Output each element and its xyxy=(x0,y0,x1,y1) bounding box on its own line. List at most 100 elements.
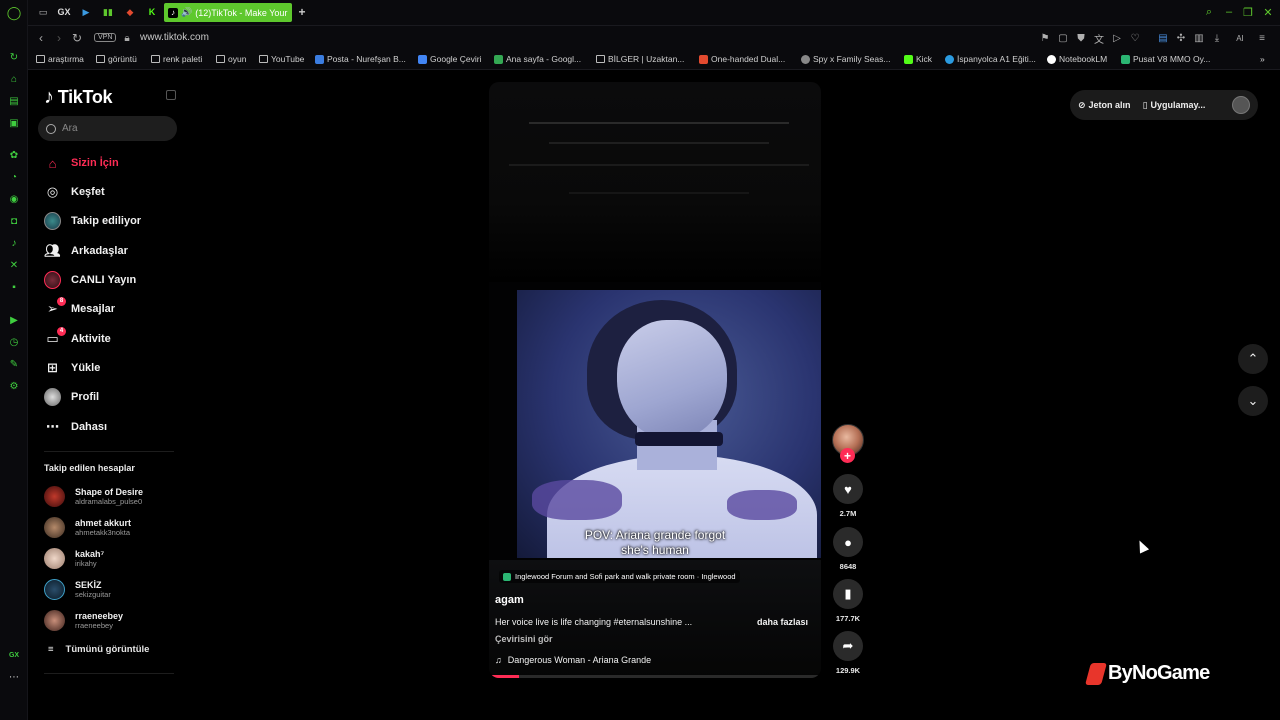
search-box[interactable] xyxy=(38,116,177,141)
bookmark-item[interactable]: Kick xyxy=(904,54,932,64)
bookmark-item[interactable]: oyun xyxy=(216,54,246,64)
new-tab-icon[interactable]: + xyxy=(294,5,310,19)
tab-icon-red[interactable]: ◆ xyxy=(122,5,138,19)
history-icon[interactable]: ◷ xyxy=(7,335,21,349)
location-tag[interactable]: Inglewood Forum and Sofi park and walk p… xyxy=(499,570,740,583)
nav-more[interactable]: ⋯ Dahası xyxy=(44,416,107,438)
gx-corner-icon[interactable]: ▤ xyxy=(7,94,21,108)
aria-ai-icon[interactable]: AI xyxy=(1230,32,1250,44)
gx-cleaner-icon[interactable]: ▣ xyxy=(7,116,21,130)
menu-icon[interactable]: ≡ xyxy=(1256,32,1268,44)
music-link[interactable]: ♫ Dangerous Woman - Ariana Grande xyxy=(495,655,651,665)
clipboard-icon[interactable]: ▥ xyxy=(1193,32,1205,44)
video-author[interactable]: agam xyxy=(495,594,524,606)
translate-icon[interactable]: 文 xyxy=(1093,32,1105,46)
gx-tab-icon[interactable]: GX xyxy=(56,5,72,19)
bookmark-item[interactable]: Ana sayfa - Googl... xyxy=(494,54,581,64)
bookmark-item[interactable]: One-handed Dual... xyxy=(699,54,785,64)
snapshot-icon[interactable]: ▢ xyxy=(1057,32,1069,44)
tiktok-logo[interactable]: ♪ TikTok xyxy=(44,86,113,109)
heart-icon[interactable]: ♥ xyxy=(833,474,863,504)
shield-icon[interactable]: ⛊ xyxy=(1075,32,1087,44)
previous-video-button[interactable]: ⌃ xyxy=(1238,344,1268,374)
video-progress-bar[interactable] xyxy=(489,675,821,678)
twitch-icon[interactable]: ▪ xyxy=(7,280,21,294)
bookmark-item[interactable]: Google Çeviri xyxy=(418,54,482,64)
workspace-icon[interactable]: ▭ xyxy=(35,5,51,19)
followed-account[interactable]: SEKİZ sekizguitar xyxy=(44,578,111,600)
forward-icon[interactable]: › xyxy=(52,31,66,45)
nav-explore[interactable]: ◎ Keşfet xyxy=(44,181,105,203)
whatsapp-icon[interactable]: ◔ xyxy=(7,170,21,184)
tab-tiktok[interactable]: ♪ 🔊 (12)TikTok - Make Your xyxy=(164,3,292,22)
see-more-link[interactable]: daha fazlası xyxy=(757,617,808,627)
follow-author-button[interactable]: + xyxy=(840,448,855,463)
vpn-badge[interactable]: VPN xyxy=(94,33,117,42)
speed-dial-icon[interactable]: ↻ xyxy=(7,50,21,64)
settings-icon[interactable]: ⚙ xyxy=(7,379,21,393)
back-icon[interactable]: ‹ xyxy=(34,31,48,45)
nav-friends[interactable]: 👥︎ Arkadaşlar xyxy=(44,240,128,262)
get-app-button[interactable]: ▯ Uygulamay... xyxy=(1143,100,1206,111)
reload-icon[interactable]: ↻ xyxy=(70,31,84,45)
followed-account[interactable]: Shape of Desire aldramalabs_pulse0 xyxy=(44,485,143,507)
followed-account[interactable]: rraeneebey rraeneebey xyxy=(44,609,123,631)
kick-tab-icon[interactable]: K xyxy=(144,5,160,19)
opera-logo-icon[interactable]: ◯ xyxy=(7,5,22,20)
share-action[interactable]: ➦ 129.9K xyxy=(833,631,863,675)
discord-icon[interactable]: ◉ xyxy=(7,192,21,206)
instagram-icon[interactable]: ◘ xyxy=(7,214,21,228)
bookmark-item[interactable]: Posta - Nurefşan B... xyxy=(315,54,406,64)
bookmark-icon[interactable]: ▮ xyxy=(833,579,863,609)
sidebar-collapse-icon[interactable] xyxy=(166,90,176,100)
save-action[interactable]: ▮ 177.7K xyxy=(833,579,863,623)
nav-upload[interactable]: ⊞ Yükle xyxy=(44,357,100,379)
next-video-button[interactable]: ⌄ xyxy=(1238,386,1268,416)
bookmark-page-icon[interactable]: ⚑ xyxy=(1039,32,1051,44)
user-avatar[interactable] xyxy=(1232,96,1250,114)
comment-action[interactable]: ● 8648 xyxy=(833,527,863,571)
nav-following[interactable]: Takip ediliyor xyxy=(44,210,141,232)
bookmark-item[interactable]: İspanyolca A1 Eğiti... xyxy=(945,54,1036,64)
minimize-icon[interactable]: – xyxy=(1222,5,1236,19)
audio-icon[interactable]: 🔊 xyxy=(181,7,192,18)
tiktok-icon[interactable]: ♪ xyxy=(7,236,21,250)
nav-live[interactable]: CANLI Yayın xyxy=(44,269,136,291)
extensions-icon[interactable]: ✎ xyxy=(7,357,21,371)
video-player[interactable]: POV: Ariana grande forgot she's human In… xyxy=(489,82,821,678)
player-icon[interactable]: ▶ xyxy=(7,313,21,327)
gx-control-icon[interactable]: ⌂ xyxy=(7,72,21,86)
like-action[interactable]: ♥ 2.7M xyxy=(833,474,863,518)
bookmark-item[interactable]: araştırma xyxy=(36,54,84,64)
bookmarks-overflow-icon[interactable]: » xyxy=(1260,54,1265,64)
extensions-toolbar-icon[interactable]: ✣ xyxy=(1175,32,1187,44)
see-all-following[interactable]: ≡ Tümünü görüntüle xyxy=(48,644,149,655)
downloads-icon[interactable]: ⤓ xyxy=(1211,32,1223,44)
get-coins-button[interactable]: ⊘ Jeton alın xyxy=(1078,100,1131,111)
tab-icon-bars[interactable]: ▮▮ xyxy=(100,5,116,19)
restore-icon[interactable]: ❐ xyxy=(1241,5,1255,19)
search-input[interactable] xyxy=(62,123,162,134)
followed-account[interactable]: ahmet akkurt ahmetakk3nokta xyxy=(44,516,131,538)
search-tabs-icon[interactable]: ⌕ xyxy=(1202,5,1216,19)
x-icon[interactable]: ✕ xyxy=(7,258,21,272)
play-tab-icon[interactable]: ▶ xyxy=(78,5,94,19)
nav-for-you[interactable]: ⌂ Sizin İçin xyxy=(44,152,119,174)
url-field[interactable]: www.tiktok.com xyxy=(140,32,209,43)
bookmark-item[interactable]: NotebookLM xyxy=(1047,54,1107,64)
lock-icon[interactable]: 🔒︎ xyxy=(120,31,134,45)
comment-icon[interactable]: ● xyxy=(833,527,863,557)
player-toolbar-icon[interactable]: ▷ xyxy=(1111,32,1123,44)
nav-messages[interactable]: ➢ 8 Mesajlar xyxy=(44,296,115,320)
sidebar-more-icon[interactable]: ⋯ xyxy=(7,670,21,684)
nav-activity[interactable]: ▭ 4 Aktivite xyxy=(44,326,111,350)
bookmark-item[interactable]: YouTube xyxy=(259,54,304,64)
close-icon[interactable]: ✕ xyxy=(1261,5,1275,19)
bookmark-item[interactable]: renk paleti xyxy=(151,54,202,64)
followed-account[interactable]: kakah⁷ irikahy xyxy=(44,547,104,569)
see-translation-link[interactable]: Çevirisini gör xyxy=(495,634,553,644)
bookmark-item[interactable]: BİLGER | Uzaktan... xyxy=(596,54,684,64)
notes-icon[interactable]: ▤ xyxy=(1157,32,1169,44)
bookmark-item[interactable]: görüntü xyxy=(96,54,137,64)
share-icon[interactable]: ➦ xyxy=(833,631,863,661)
